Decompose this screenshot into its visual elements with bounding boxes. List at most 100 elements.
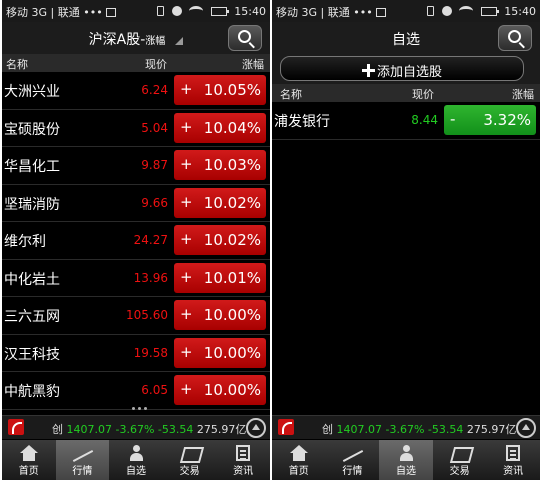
table-row[interactable]: 中航黑豹 6.05 +10.00% <box>2 372 270 410</box>
tab-trade[interactable]: 交易 <box>163 440 217 480</box>
tab-label: 资讯 <box>503 466 524 477</box>
battery-icon <box>480 6 499 16</box>
change-badge[interactable]: +10.03% <box>174 150 266 180</box>
change-percent: 10.04% <box>203 118 261 137</box>
stock-name: 坚瑞消防 <box>4 196 60 213</box>
change-percent: 10.00% <box>203 343 261 362</box>
trade-icon <box>180 445 200 461</box>
tab-home[interactable]: 首页 <box>2 440 56 480</box>
tab-watchlist[interactable]: 自选 <box>379 440 433 480</box>
table-row[interactable]: 汉王科技 19.58 +10.00% <box>2 335 270 372</box>
plus-icon <box>361 64 375 77</box>
table-row[interactable]: 三六五网 105.60 +10.00% <box>2 297 270 335</box>
carrier-label: 移动 3G | 联通 ••• <box>276 4 386 20</box>
status-bar: 移动 3G | 联通 ••• 15:40 <box>272 0 540 22</box>
ticker-pct: -3.67% <box>115 423 155 436</box>
column-name[interactable]: 名称 <box>6 56 28 72</box>
index-ticker[interactable]: 创 1407.07 -3.67% -53.54 275.97亿 <box>272 415 540 439</box>
index-ticker[interactable]: 创 1407.07 -3.67% -53.54 275.97亿 <box>2 415 270 439</box>
alarm-icon <box>171 6 182 16</box>
carrier-label: 移动 3G | 联通 ••• <box>6 4 116 20</box>
tab-label: 行情 <box>72 466 93 477</box>
table-row[interactable]: 维尔利 24.27 +10.02% <box>2 222 270 260</box>
ticker-index: 1407.07 <box>66 423 113 436</box>
column-price[interactable]: 现价 <box>145 56 167 72</box>
person-icon <box>398 445 414 461</box>
tab-market[interactable]: 行情 <box>55 440 110 480</box>
table-row[interactable]: 大洲兴业 6.24 +10.05% <box>2 72 270 110</box>
clock: 15:40 <box>234 4 266 18</box>
tab-news[interactable]: 资讯 <box>216 440 270 480</box>
table-row[interactable]: 浦发银行 8.44- 3.32% <box>272 102 540 140</box>
change-badge[interactable]: +10.05% <box>174 75 266 105</box>
app-logo-icon <box>8 419 24 435</box>
home-icon <box>19 445 38 461</box>
search-icon <box>238 30 251 43</box>
stock-name: 汉王科技 <box>4 346 60 363</box>
column-header: 名称 现价 涨幅 <box>2 54 270 72</box>
change-badge[interactable]: +10.00% <box>174 300 266 330</box>
stock-price: 9.66 <box>141 195 168 210</box>
tab-watchlist[interactable]: 自选 <box>109 440 163 480</box>
status-icons: 15:40 <box>423 4 536 18</box>
home-icon <box>289 445 308 461</box>
change-sign: - <box>450 110 456 128</box>
ticker-text: 创 1407.07 -3.67% -53.54 275.97亿 <box>52 421 246 437</box>
column-change[interactable]: 涨幅 <box>242 56 264 72</box>
watchlist: 浦发银行 8.44- 3.32% <box>272 102 540 140</box>
change-badge[interactable]: - 3.32% <box>444 105 536 135</box>
status-bar: 移动 3G | 联通 ••• 15:40 <box>2 0 270 22</box>
change-badge[interactable]: +10.01% <box>174 262 266 293</box>
trend-icon <box>342 445 362 461</box>
change-sign: + <box>180 380 193 398</box>
column-name[interactable]: 名称 <box>280 86 302 102</box>
change-badge[interactable]: +10.02% <box>174 225 266 255</box>
change-percent: 10.02% <box>203 193 261 212</box>
tab-news[interactable]: 资讯 <box>486 440 540 480</box>
change-badge[interactable]: +10.02% <box>174 187 266 218</box>
column-price[interactable]: 现价 <box>412 86 434 102</box>
tab-label: 行情 <box>342 466 363 477</box>
ticker-delta: -53.54 <box>427 423 464 436</box>
change-badge[interactable]: +10.00% <box>174 375 266 405</box>
add-watchlist-label: 添加自选股 <box>376 65 442 80</box>
table-row[interactable]: 宝硕股份 5.04 +10.04% <box>2 110 270 147</box>
table-row[interactable]: 中化岩土 13.96 +10.01% <box>2 260 270 297</box>
table-row[interactable]: 坚瑞消防 9.66 +10.02% <box>2 185 270 222</box>
ticker-text: 创 1407.07 -3.67% -53.54 275.97亿 <box>322 421 516 437</box>
expand-up-icon[interactable] <box>246 418 266 438</box>
tab-label: 自选 <box>395 466 416 477</box>
battery-icon <box>210 6 229 16</box>
ticker-label: 创 <box>52 423 63 436</box>
sim-icon <box>105 8 116 17</box>
ticker-amount: 275.97亿 <box>196 423 247 436</box>
stock-name: 三六五网 <box>4 309 60 325</box>
wifi-icon <box>189 6 204 16</box>
tab-label: 自选 <box>125 466 146 477</box>
search-button[interactable] <box>228 25 262 51</box>
column-change[interactable]: 涨幅 <box>512 86 534 102</box>
column-header: 名称 现价 涨幅 <box>272 84 540 102</box>
change-badge[interactable]: +10.00% <box>174 337 266 368</box>
sim-icon <box>375 8 386 17</box>
ticker-pct: -3.67% <box>385 423 425 436</box>
add-watchlist-button[interactable]: 添加自选股 <box>280 56 524 81</box>
search-button[interactable] <box>498 25 532 51</box>
add-bar: 添加自选股 <box>272 54 540 84</box>
change-sign: + <box>180 230 193 248</box>
table-row[interactable]: 华昌化工 9.87 +10.03% <box>2 147 270 185</box>
tab-home[interactable]: 首页 <box>272 440 326 480</box>
tab-market[interactable]: 行情 <box>326 440 380 480</box>
tab-trade[interactable]: 交易 <box>433 440 487 480</box>
change-sign: + <box>180 155 193 173</box>
change-badge[interactable]: +10.04% <box>174 112 266 143</box>
loading-dots <box>132 395 152 410</box>
title-bar: 自选 <box>272 22 540 54</box>
stock-price: 5.04 <box>141 120 168 135</box>
ticker-delta: -53.54 <box>157 423 194 436</box>
clock: 15:40 <box>504 4 536 18</box>
tab-label: 交易 <box>449 466 470 477</box>
stock-price: 9.87 <box>141 158 168 172</box>
tab-label: 资讯 <box>233 466 254 477</box>
expand-up-icon[interactable] <box>516 418 536 438</box>
